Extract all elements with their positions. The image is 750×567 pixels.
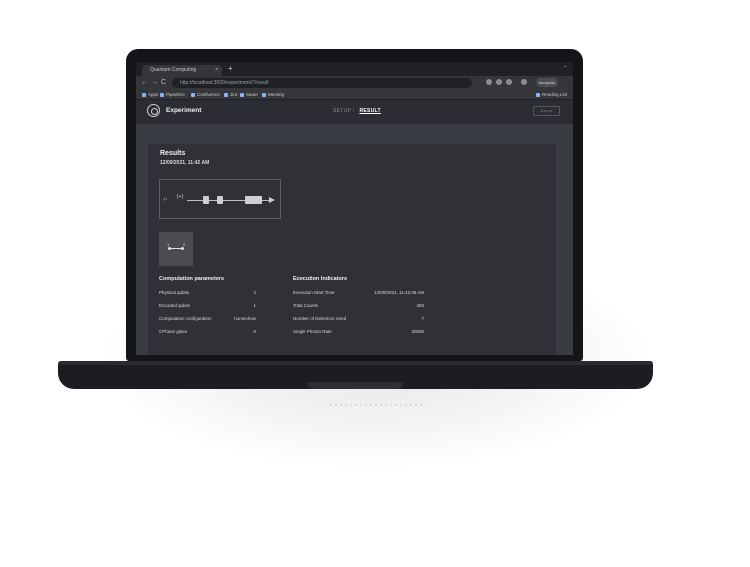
init-state: |+⟩ [177,194,184,200]
graph-node [168,247,171,250]
indicator-label: Total Counts [293,303,319,308]
param-label: Physical qubits [159,290,190,295]
bookmark-sauer[interactable]: Sauer [240,90,258,99]
reading-list-button[interactable]: Reading List [535,90,567,99]
indicator-value: 7 [421,316,424,321]
indicator-value: 400 [416,303,424,308]
param-label: Encoded qubits [159,303,191,308]
computation-parameters-title: Computation parameters [159,276,225,282]
extension-icon[interactable] [506,79,512,85]
arrow-icon [269,197,275,203]
back-icon[interactable]: ← [141,79,148,87]
indicator-label: Number of Detectors Used [293,316,347,321]
bookmark-pipedrive[interactable]: Pipedrive [160,90,185,99]
results-date: 12/09/2021, 11:42 AM [160,160,210,166]
forward-icon[interactable]: → [151,79,158,87]
reload-icon[interactable]: C [161,79,166,87]
bookmark-apps[interactable]: Apps [142,90,158,99]
laptop-base-edge [58,361,653,365]
results-panel: Results 12/09/2021, 11:42 AM q1 |+⟩ 1 2 … [148,144,556,355]
laptop-base [58,361,653,389]
extension-icon[interactable] [486,79,492,85]
new-tab-icon[interactable]: + [228,64,233,73]
bookmarks-bar: Apps Pipedrive Confluence Jira Sauer Mee… [136,90,573,100]
minimize-icon[interactable]: – [564,64,567,70]
bookmark-icon [191,92,195,97]
app-header: Experiment SETUP › RESULT Export [136,100,573,124]
indicator-label: Execution Start Time [293,290,335,295]
param-label: Computation configuration [159,316,212,321]
tab-title: Quantum Computing [150,67,197,73]
step-nav: SETUP › RESULT [333,108,381,114]
circuit-diagram: q1 |+⟩ [159,179,281,219]
puzzle-icon[interactable] [521,79,527,85]
bookmark-icon [160,92,164,97]
gate-box [203,196,209,204]
laptop-notch [307,382,403,389]
browser-tab[interactable]: Quantum Computing × [142,65,222,76]
laptop-screen: Quantum Computing × + – ← → C http://loc… [136,62,573,355]
browser-tab-bar: Quantum Computing × + – [136,62,573,76]
step-separator-icon: › [352,108,355,114]
bookmark-icon [240,92,244,97]
apps-icon [142,92,146,97]
extension-icon[interactable] [496,79,502,85]
indicator-value: 12/09/2021, 11:42:38 AM [374,290,424,295]
param-value: 2 [253,290,256,295]
step-result[interactable]: RESULT [359,108,380,114]
param-value: 1 [253,303,256,308]
param-label: CPhase gates [159,329,188,334]
bookmark-jira[interactable]: Jira [224,90,237,99]
measurement-box [245,196,262,204]
indicator-label: Single Photon Rate [293,329,332,334]
bookmark-confluence[interactable]: Confluence [191,90,220,99]
close-tab-icon[interactable]: × [215,65,218,76]
indicator-value: 30000 [411,329,424,334]
graph-node [181,247,184,250]
qubit-label: q1 [163,196,168,201]
bookmark-meeting[interactable]: Meeting [262,90,284,99]
page-title: Experiment [166,107,202,114]
profile-button[interactable]: Incognito [536,78,558,87]
laptop-feet [330,404,422,406]
graph-state-thumbnail: 1 2 [159,232,193,266]
results-title: Results [160,150,186,157]
execution-indicators-title: Execution Indicators [293,276,348,282]
step-setup[interactable]: SETUP [333,108,351,114]
param-value: 0 [253,329,256,334]
param-value: homechow [234,316,256,321]
app-logo-icon [147,104,160,117]
folder-icon [262,92,266,97]
bookmark-icon [224,92,228,97]
browser-address-bar: ← → C http://localhost:3000/experiment/7… [136,76,573,90]
reading-list-icon [535,92,540,97]
url-input[interactable]: http://localhost:3000/experiment/7/resul… [172,78,472,88]
export-button[interactable]: Export [533,106,560,116]
gate-box [217,196,223,204]
